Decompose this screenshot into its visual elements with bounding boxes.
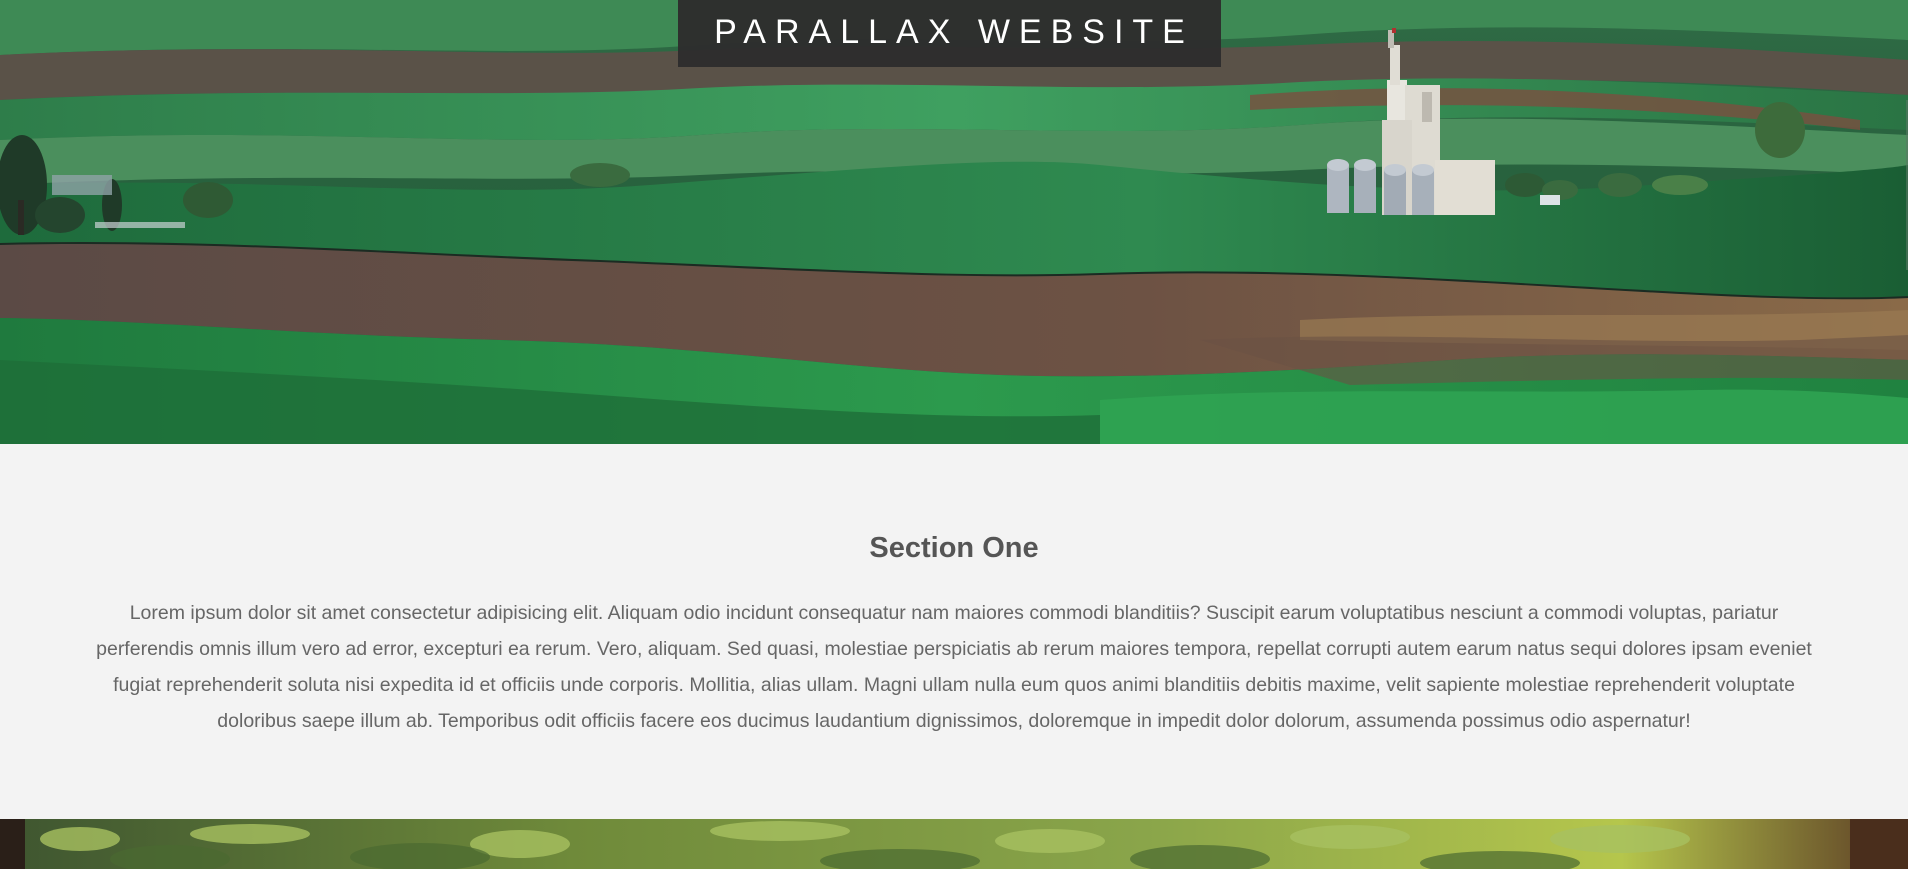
forest-ferns-image bbox=[0, 819, 1908, 869]
hero-image-section: PARALLAX WEBSITE bbox=[0, 0, 1908, 444]
section-one: Section One Lorem ipsum dolor sit amet c… bbox=[0, 444, 1908, 819]
page: PARALLAX WEBSITE Section One Lorem ipsum… bbox=[0, 0, 1908, 869]
forest-image-section bbox=[0, 819, 1908, 869]
section-body-text: Lorem ipsum dolor sit amet consectetur a… bbox=[96, 602, 1812, 732]
site-title: PARALLAX WEBSITE bbox=[714, 12, 1194, 51]
site-title-box: PARALLAX WEBSITE bbox=[678, 0, 1221, 67]
section-heading: Section One bbox=[869, 532, 1039, 564]
